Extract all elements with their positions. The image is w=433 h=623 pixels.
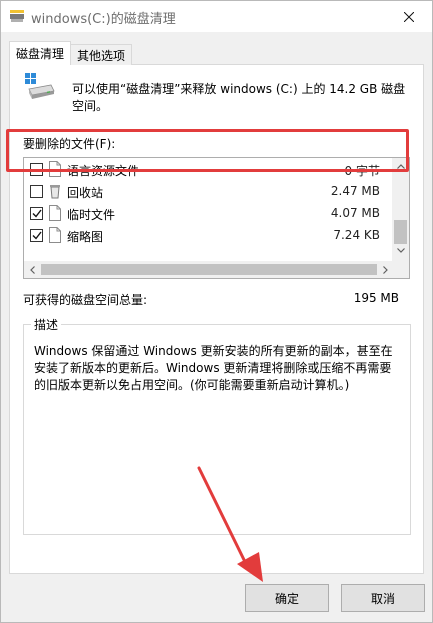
file-size: 0 字节 [344, 164, 380, 178]
checkbox[interactable] [30, 207, 43, 220]
cancel-button[interactable]: 取消 [341, 584, 425, 612]
scroll-left-arrow[interactable] [24, 261, 41, 278]
total-space-label: 可获得的磁盘空间总量: [23, 293, 148, 307]
tab-disk-cleanup[interactable]: 磁盘清理 [9, 41, 72, 65]
title-bar: windows(C:)的磁盘清理 [1, 1, 432, 32]
close-icon [404, 11, 414, 22]
file-name: 临时文件 [67, 208, 116, 222]
list-item[interactable]: 回收站 2.47 MB [24, 181, 394, 203]
description-group: 描述 Windows 保留通过 Windows 更新安装的所有更新的副本，甚至在… [23, 316, 411, 535]
vertical-scroll-thumb[interactable] [394, 220, 407, 244]
scroll-up-arrow[interactable] [392, 158, 409, 175]
file-name: 回收站 [67, 186, 104, 200]
vertical-scrollbar[interactable] [392, 158, 409, 261]
window-title: windows(C:)的磁盘清理 [31, 12, 176, 27]
checkbox[interactable] [30, 229, 43, 242]
ok-button[interactable]: 确定 [245, 584, 329, 612]
intro-text: 可以使用“磁盘清理”来释放 windows (C:) 上的 14.2 GB 磁盘… [72, 82, 406, 113]
file-size: 7.24 KB [333, 228, 380, 242]
checkmark-icon [32, 231, 42, 240]
document-icon [49, 227, 61, 243]
chevron-down-icon [396, 248, 405, 253]
document-icon [49, 161, 61, 177]
list-item[interactable]: 语言资源文件 0 字节 [24, 159, 394, 181]
file-name: 缩略图 [67, 230, 104, 244]
file-name: 语言资源文件 [67, 164, 140, 178]
recycle-bin-icon [50, 185, 60, 199]
disk-cleanup-window: windows(C:)的磁盘清理 磁盘清理 其他选项 可以使用“磁盘清理”来释放… [0, 0, 433, 623]
document-icon [49, 205, 61, 221]
file-size: 4.07 MB [330, 206, 380, 220]
checkbox[interactable] [30, 163, 43, 176]
files-to-delete-label: 要删除的文件(F): [23, 137, 116, 151]
close-button[interactable] [386, 1, 432, 32]
horizontal-scrollbar[interactable] [24, 261, 394, 278]
total-space-value: 195 MB [353, 291, 399, 305]
scrollbar-corner [392, 261, 409, 278]
list-item[interactable]: 缩略图 7.24 KB [24, 225, 394, 247]
list-item[interactable]: 临时文件 4.07 MB [24, 203, 394, 225]
description-title: 描述 [31, 316, 62, 333]
scroll-down-arrow[interactable] [392, 242, 409, 259]
checkbox[interactable] [30, 185, 43, 198]
description-text: Windows 保留通过 Windows 更新安装的所有更新的副本，甚至在安装了… [34, 344, 393, 392]
drive-icon [25, 73, 55, 99]
tab-more-options[interactable]: 其他选项 [70, 44, 133, 65]
disk-cleanup-icon [10, 10, 24, 22]
horizontal-scroll-thumb[interactable] [41, 264, 377, 275]
disk-cleanup-panel: 可以使用“磁盘清理”来释放 windows (C:) 上的 14.2 GB 磁盘… [9, 64, 424, 574]
checkmark-icon [32, 209, 42, 218]
chevron-left-icon [30, 265, 35, 274]
chevron-right-icon [383, 265, 388, 274]
files-list[interactable]: 语言资源文件 0 字节 回收站 2.47 MB 临时文件 4.07 MB 缩略图… [23, 157, 410, 279]
chevron-up-icon [396, 164, 405, 169]
file-size: 2.47 MB [330, 184, 380, 198]
